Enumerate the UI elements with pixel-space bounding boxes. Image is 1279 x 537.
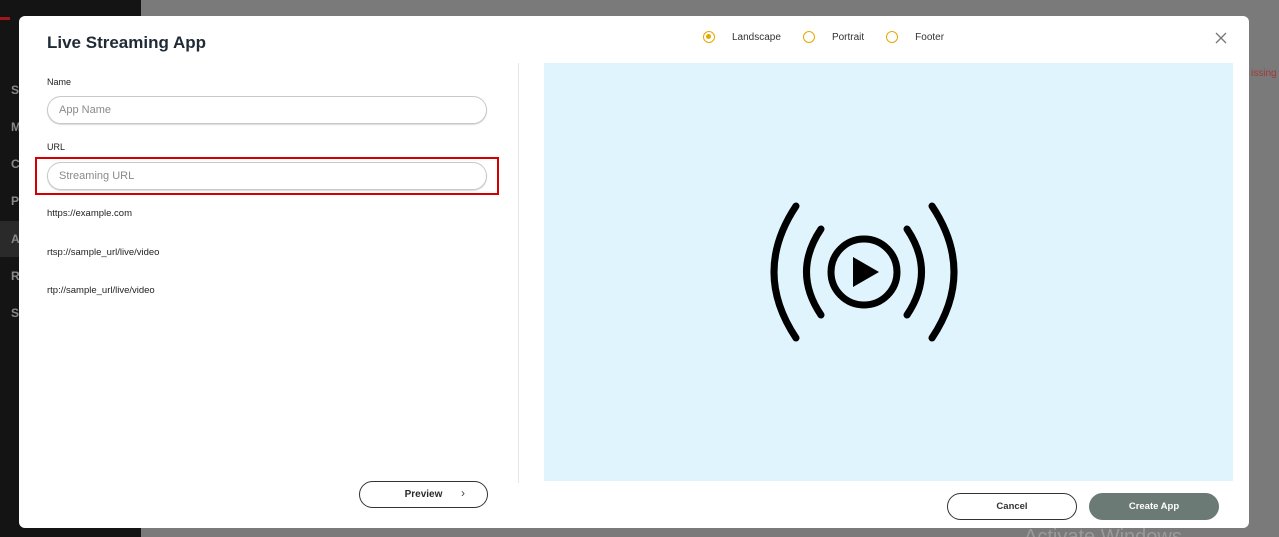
- play-icon: [853, 257, 879, 287]
- modal-title: Live Streaming App: [47, 33, 207, 52]
- preview-button-label: Preview: [404, 489, 443, 500]
- stream-wave-inner-right: [903, 225, 925, 319]
- name-label: Name: [47, 77, 72, 87]
- background-sidebar-letter: P: [11, 194, 20, 208]
- orientation-option-portrait[interactable]: Portrait: [802, 31, 865, 43]
- live-stream-icon: [770, 202, 958, 342]
- url-sample-https[interactable]: https://example.com: [47, 208, 132, 219]
- close-icon-glyph: [1215, 32, 1227, 44]
- orientation-label: Landscape: [732, 31, 781, 43]
- close-icon[interactable]: [1213, 29, 1229, 47]
- orientation-label: Portrait: [831, 31, 865, 43]
- radio-unchecked-icon[interactable]: [886, 31, 899, 43]
- streaming-url-input[interactable]: [47, 162, 487, 190]
- url-label: URL: [47, 142, 66, 152]
- orientation-option-landscape[interactable]: Landscape: [703, 31, 781, 43]
- chevron-right-icon: ›: [461, 486, 465, 500]
- stream-wave-outer-right: [928, 202, 958, 342]
- preview-button[interactable]: Preview ›: [359, 481, 488, 508]
- app-name-input[interactable]: [47, 96, 487, 124]
- cancel-button[interactable]: Cancel: [947, 493, 1077, 520]
- background-sidebar-letter: S: [11, 83, 20, 97]
- orientation-label: Footer: [915, 31, 945, 43]
- create-app-button[interactable]: Create App: [1089, 493, 1219, 520]
- stream-wave-outer-left: [770, 202, 800, 342]
- orientation-option-footer[interactable]: Footer: [886, 31, 944, 43]
- background-logo: ▬: [0, 12, 10, 23]
- radio-unchecked-icon[interactable]: [802, 31, 815, 43]
- url-sample-rtp[interactable]: rtp://sample_url/live/video: [47, 285, 155, 296]
- background-missing-text: issing: [1251, 68, 1277, 79]
- form-panel: Name URL https://example.com rtsp://samp…: [19, 63, 519, 483]
- stream-wave-inner-left: [803, 225, 825, 319]
- background-sidebar-letter: S: [11, 306, 20, 320]
- preview-area: [544, 63, 1233, 481]
- live-streaming-modal: Live Streaming App Landscape Portrait Fo…: [19, 16, 1249, 528]
- orientation-radio-group: Landscape Portrait Footer: [703, 31, 966, 43]
- radio-checked-icon[interactable]: [703, 31, 715, 43]
- url-sample-rtsp[interactable]: rtsp://sample_url/live/video: [47, 247, 159, 258]
